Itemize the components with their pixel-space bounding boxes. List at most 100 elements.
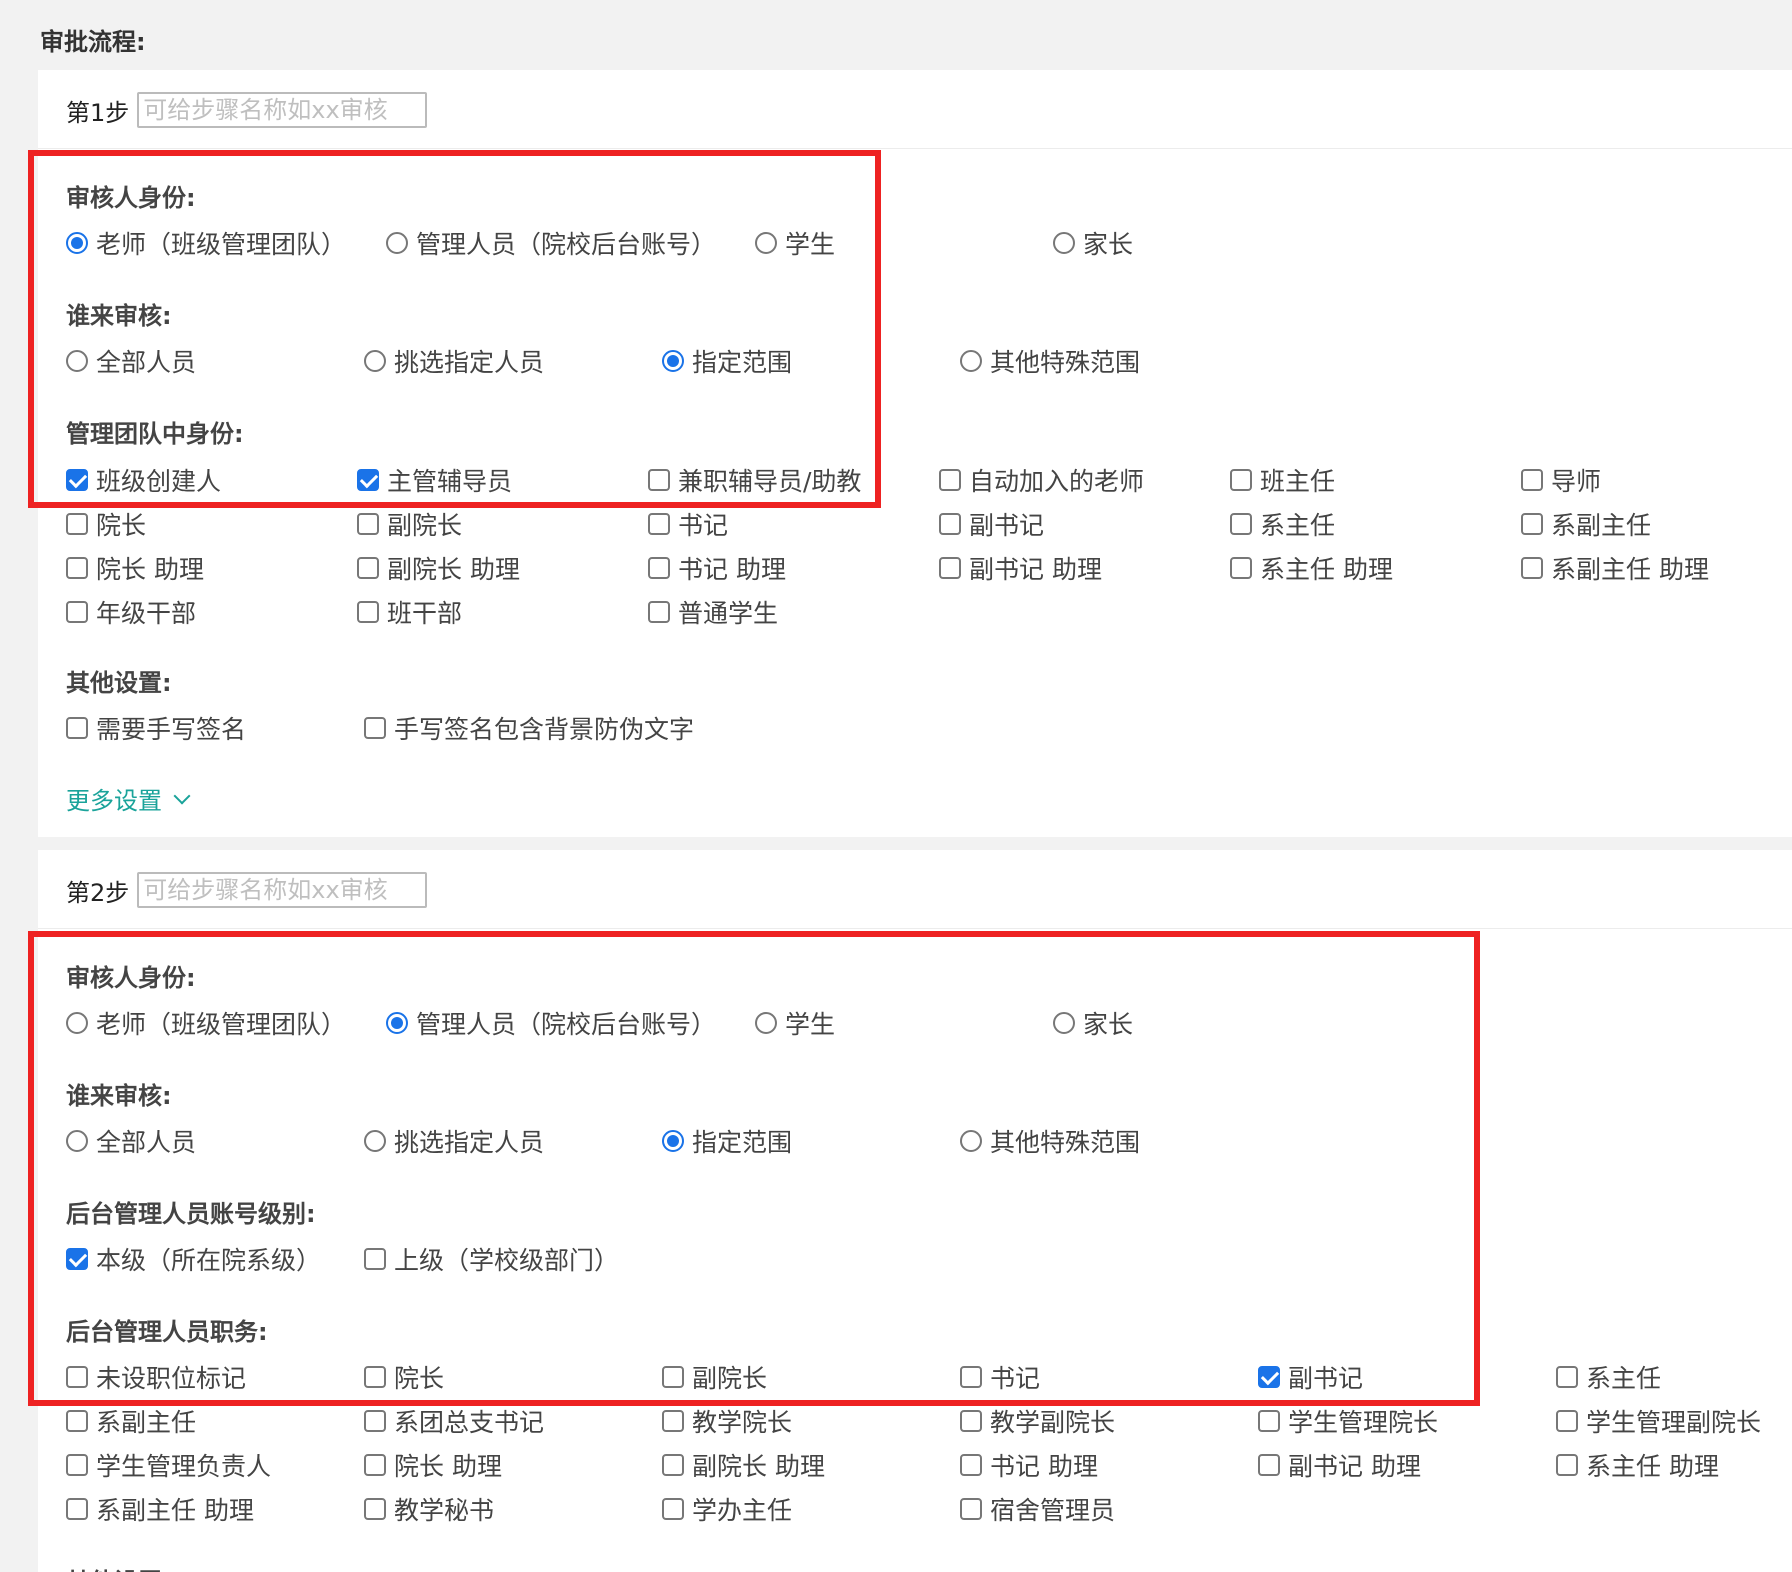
radio-option[interactable]: 管理人员（院校后台账号） bbox=[386, 1005, 716, 1041]
step-1-name-input[interactable] bbox=[137, 92, 428, 128]
checkbox-icon[interactable] bbox=[66, 601, 88, 623]
checkbox-icon[interactable] bbox=[662, 1410, 684, 1432]
checkbox-icon[interactable] bbox=[662, 1366, 684, 1388]
checkbox-icon[interactable] bbox=[364, 1366, 386, 1388]
checkbox-option[interactable]: 系副主任 助理 bbox=[66, 1491, 254, 1527]
radio-option[interactable]: 挑选指定人员 bbox=[364, 1123, 544, 1159]
checkbox-option[interactable]: 班干部 bbox=[357, 594, 462, 630]
checkbox-option[interactable]: 院长 bbox=[364, 1359, 444, 1395]
checkbox-icon[interactable] bbox=[939, 469, 961, 491]
checkbox-option[interactable]: 班主任 bbox=[1230, 462, 1335, 498]
checkbox-option[interactable]: 系副主任 助理 bbox=[1521, 550, 1709, 586]
checkbox-icon[interactable] bbox=[66, 513, 88, 535]
checkbox-icon[interactable] bbox=[960, 1454, 982, 1476]
checkbox-option[interactable]: 书记 助理 bbox=[648, 550, 786, 586]
radio-icon[interactable] bbox=[66, 1130, 88, 1152]
checkbox-checked-icon[interactable] bbox=[66, 1248, 88, 1270]
checkbox-option[interactable]: 副书记 助理 bbox=[1258, 1447, 1421, 1483]
radio-icon[interactable] bbox=[1053, 1012, 1075, 1034]
radio-icon[interactable] bbox=[1053, 232, 1075, 254]
checkbox-option[interactable]: 普通学生 bbox=[648, 594, 778, 630]
checkbox-option[interactable]: 手写签名包含背景防伪文字 bbox=[364, 710, 694, 746]
radio-icon[interactable] bbox=[755, 232, 777, 254]
checkbox-icon[interactable] bbox=[648, 557, 670, 579]
radio-option[interactable]: 老师（班级管理团队） bbox=[66, 1005, 346, 1041]
radio-option[interactable]: 挑选指定人员 bbox=[364, 343, 544, 379]
checkbox-icon[interactable] bbox=[1556, 1410, 1578, 1432]
checkbox-icon[interactable] bbox=[939, 513, 961, 535]
radio-selected-icon[interactable] bbox=[662, 350, 684, 372]
radio-icon[interactable] bbox=[755, 1012, 777, 1034]
checkbox-option[interactable]: 学生管理院长 bbox=[1258, 1403, 1438, 1439]
checkbox-icon[interactable] bbox=[364, 717, 386, 739]
checkbox-icon[interactable] bbox=[960, 1498, 982, 1520]
checkbox-option[interactable]: 副书记 助理 bbox=[939, 550, 1102, 586]
checkbox-icon[interactable] bbox=[364, 1410, 386, 1432]
checkbox-option[interactable]: 系团总支书记 bbox=[364, 1403, 544, 1439]
checkbox-checked-icon[interactable] bbox=[357, 469, 379, 491]
radio-option[interactable]: 其他特殊范围 bbox=[960, 1123, 1140, 1159]
checkbox-icon[interactable] bbox=[1230, 557, 1252, 579]
radio-option[interactable]: 家长 bbox=[1053, 1005, 1133, 1041]
checkbox-checked-icon[interactable] bbox=[66, 469, 88, 491]
checkbox-icon[interactable] bbox=[960, 1366, 982, 1388]
checkbox-icon[interactable] bbox=[357, 557, 379, 579]
checkbox-option[interactable]: 副院长 bbox=[357, 506, 462, 542]
radio-option[interactable]: 指定范围 bbox=[662, 343, 792, 379]
checkbox-option[interactable]: 书记 bbox=[648, 506, 728, 542]
checkbox-option[interactable]: 书记 bbox=[960, 1359, 1040, 1395]
more-settings-link[interactable]: 更多设置 bbox=[66, 781, 191, 816]
checkbox-icon[interactable] bbox=[364, 1248, 386, 1270]
checkbox-icon[interactable] bbox=[662, 1498, 684, 1520]
checkbox-option[interactable]: 学生管理负责人 bbox=[66, 1447, 271, 1483]
step-2-name-input[interactable] bbox=[137, 872, 428, 908]
checkbox-icon[interactable] bbox=[1230, 513, 1252, 535]
checkbox-icon[interactable] bbox=[648, 513, 670, 535]
checkbox-option[interactable]: 系副主任 bbox=[1521, 506, 1651, 542]
checkbox-option[interactable]: 院长 助理 bbox=[66, 550, 204, 586]
checkbox-option[interactable]: 院长 bbox=[66, 506, 146, 542]
radio-selected-icon[interactable] bbox=[386, 1012, 408, 1034]
checkbox-icon[interactable] bbox=[1556, 1366, 1578, 1388]
checkbox-option[interactable]: 副书记 bbox=[939, 506, 1044, 542]
checkbox-option[interactable]: 系主任 助理 bbox=[1230, 550, 1393, 586]
radio-icon[interactable] bbox=[364, 350, 386, 372]
checkbox-icon[interactable] bbox=[648, 601, 670, 623]
radio-option[interactable]: 全部人员 bbox=[66, 343, 196, 379]
checkbox-icon[interactable] bbox=[357, 601, 379, 623]
checkbox-option[interactable]: 副院长 bbox=[662, 1359, 767, 1395]
checkbox-icon[interactable] bbox=[364, 1454, 386, 1476]
checkbox-icon[interactable] bbox=[662, 1454, 684, 1476]
checkbox-icon[interactable] bbox=[1521, 557, 1543, 579]
checkbox-option[interactable]: 年级干部 bbox=[66, 594, 196, 630]
checkbox-icon[interactable] bbox=[66, 1498, 88, 1520]
radio-icon[interactable] bbox=[66, 1012, 88, 1034]
radio-option[interactable]: 指定范围 bbox=[662, 1123, 792, 1159]
radio-icon[interactable] bbox=[66, 350, 88, 372]
checkbox-option[interactable]: 上级（学校级部门） bbox=[364, 1241, 619, 1277]
checkbox-option[interactable]: 系副主任 bbox=[66, 1403, 196, 1439]
radio-option[interactable]: 全部人员 bbox=[66, 1123, 196, 1159]
checkbox-icon[interactable] bbox=[960, 1410, 982, 1432]
checkbox-icon[interactable] bbox=[1258, 1410, 1280, 1432]
checkbox-option[interactable]: 主管辅导员 bbox=[357, 462, 512, 498]
checkbox-icon[interactable] bbox=[66, 717, 88, 739]
checkbox-icon[interactable] bbox=[364, 1498, 386, 1520]
checkbox-option[interactable]: 院长 助理 bbox=[364, 1447, 502, 1483]
checkbox-option[interactable]: 副院长 助理 bbox=[357, 550, 520, 586]
checkbox-option[interactable]: 副院长 助理 bbox=[662, 1447, 825, 1483]
checkbox-icon[interactable] bbox=[939, 557, 961, 579]
checkbox-option[interactable]: 系主任 bbox=[1230, 506, 1335, 542]
checkbox-option[interactable]: 系主任 助理 bbox=[1556, 1447, 1719, 1483]
checkbox-option[interactable]: 教学副院长 bbox=[960, 1403, 1115, 1439]
radio-icon[interactable] bbox=[960, 350, 982, 372]
checkbox-option[interactable]: 教学秘书 bbox=[364, 1491, 494, 1527]
checkbox-checked-icon[interactable] bbox=[1258, 1366, 1280, 1388]
checkbox-icon[interactable] bbox=[1521, 469, 1543, 491]
radio-selected-icon[interactable] bbox=[66, 232, 88, 254]
checkbox-icon[interactable] bbox=[66, 557, 88, 579]
radio-option[interactable]: 学生 bbox=[755, 1005, 835, 1041]
checkbox-option[interactable]: 本级（所在院系级） bbox=[66, 1241, 321, 1277]
checkbox-option[interactable]: 教学院长 bbox=[662, 1403, 792, 1439]
checkbox-option[interactable]: 书记 助理 bbox=[960, 1447, 1098, 1483]
